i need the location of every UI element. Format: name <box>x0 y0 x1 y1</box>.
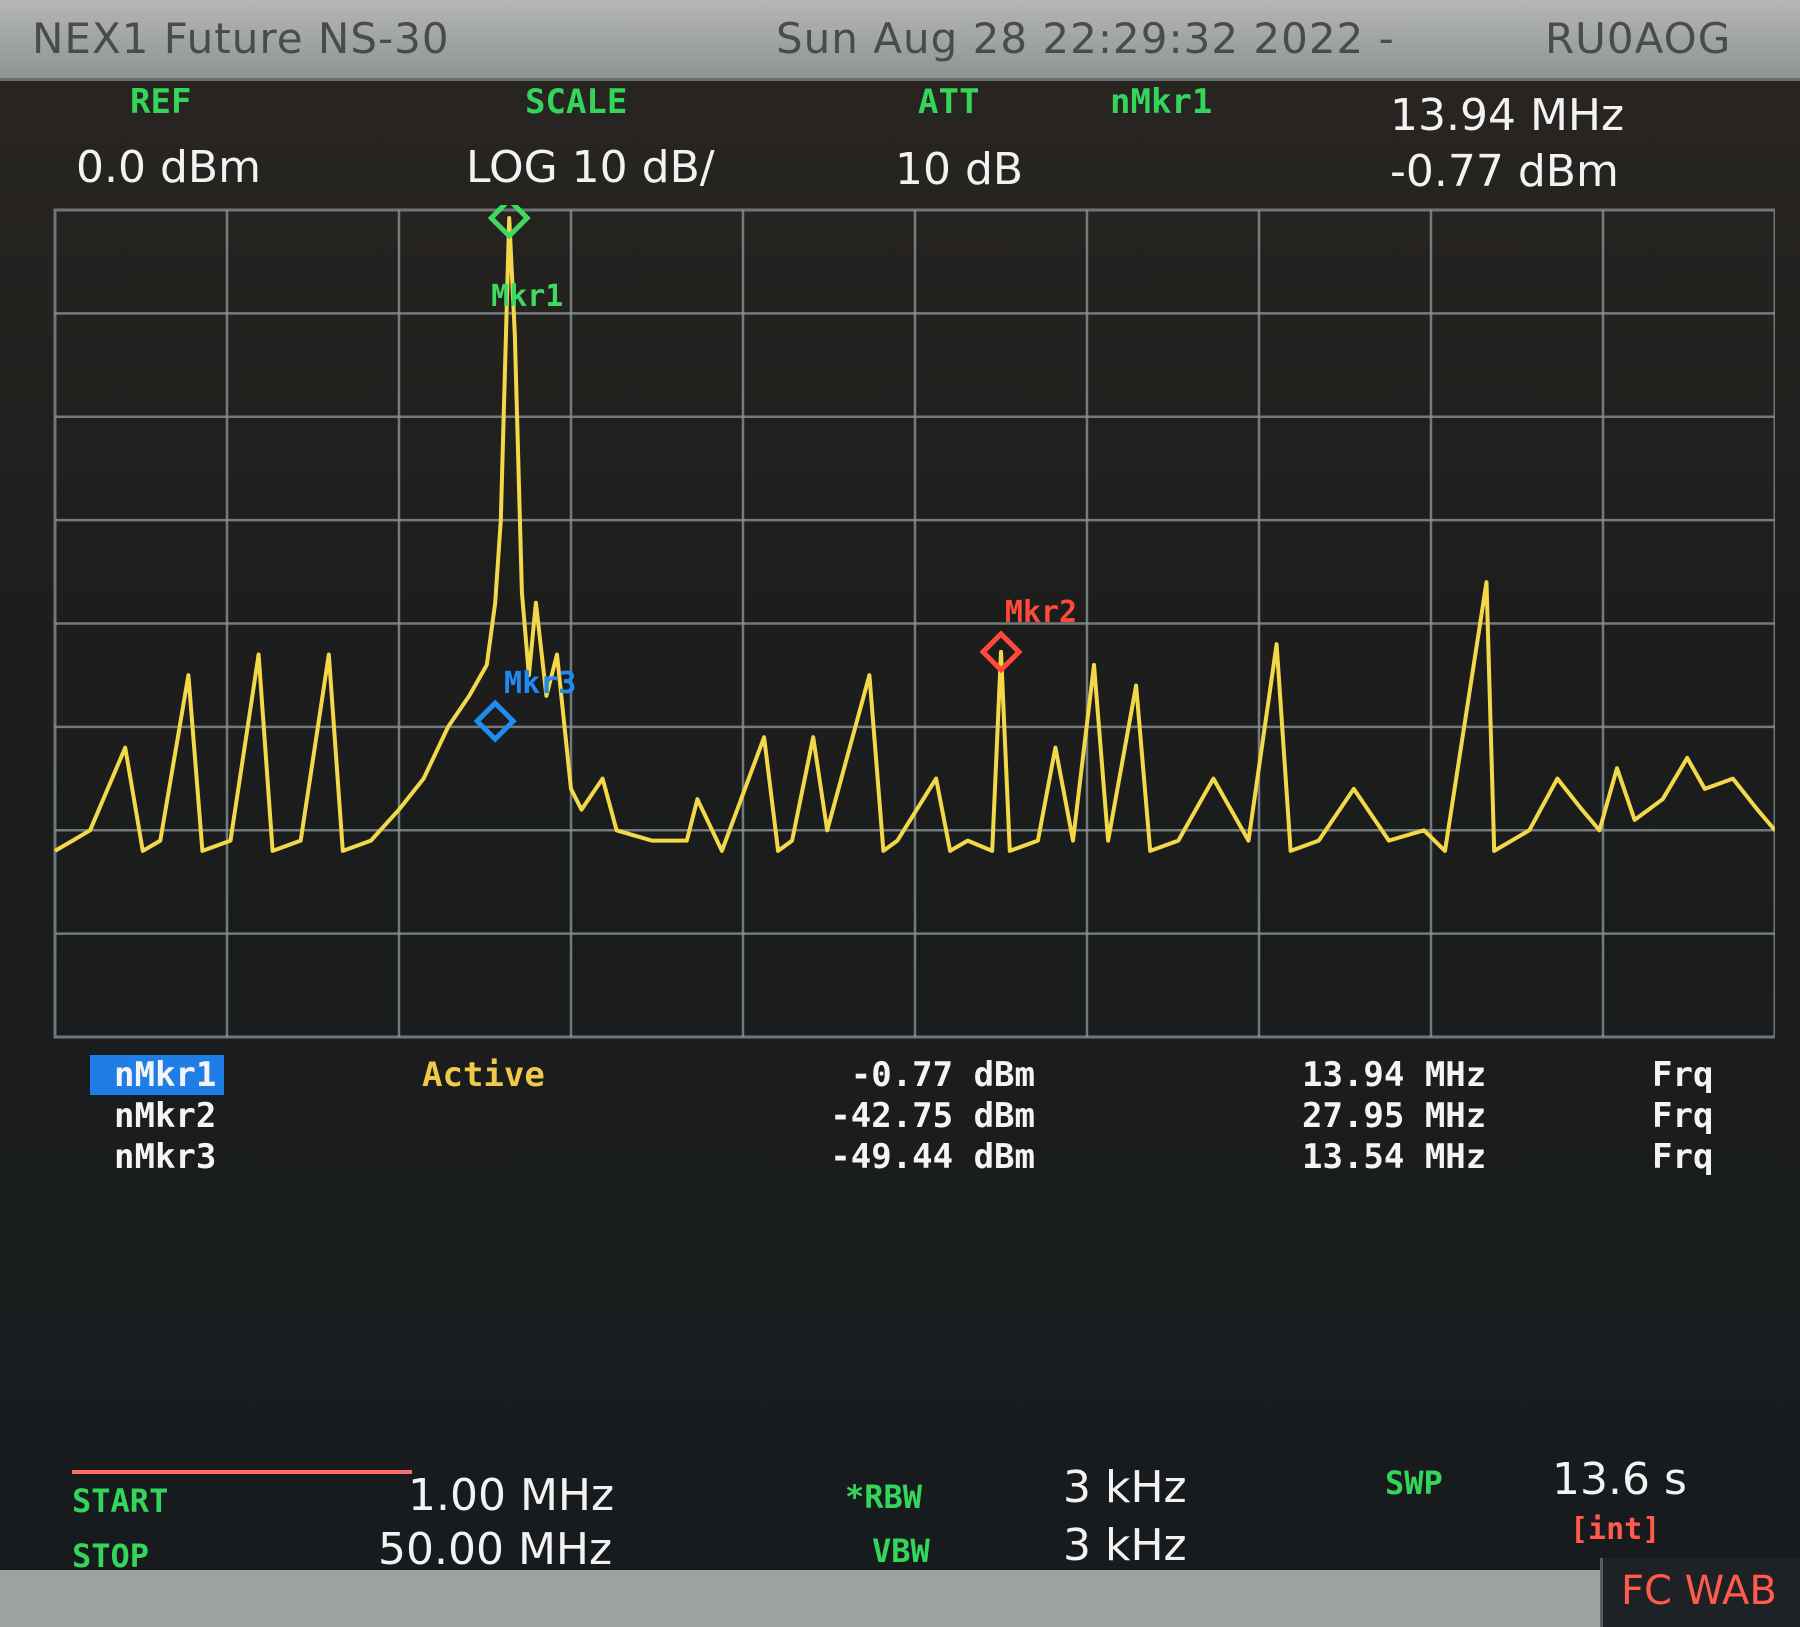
marker-row-name[interactable]: nMkr2 <box>90 1096 224 1136</box>
datetime: Sun Aug 28 22:29:32 2022 - <box>776 14 1395 63</box>
marker-row-mode: Frq <box>1652 1055 1714 1095</box>
status-tag-box: FC WAB <box>1600 1558 1800 1627</box>
graticule <box>53 208 1775 1039</box>
mkr1-label: Mkr1 <box>491 279 563 314</box>
swp-label: SWP <box>1385 1464 1443 1502</box>
mkr3-diamond <box>473 699 517 743</box>
marker-row-mode: Frq <box>1652 1096 1714 1136</box>
marker-row-state: Active <box>422 1055 545 1095</box>
ref-value: 0.0 dBm <box>76 142 261 193</box>
spectrum-plot: Mkr1 Mkr2 Mkr3 <box>50 205 1775 1045</box>
analyzer-screen: NEX1 Future NS-30 Sun Aug 28 22:29:32 20… <box>0 0 1800 1627</box>
scale-label: SCALE <box>525 82 628 122</box>
marker-row-name[interactable]: nMkr1 <box>90 1055 225 1095</box>
marker-row-level: -49.44 dBm <box>830 1137 1035 1177</box>
start-label: START <box>72 1482 169 1520</box>
scale-value: LOG 10 dB/ <box>466 142 715 193</box>
marker-table: nMkr1 Active -0.77 dBm 13.94 MHz Frq nMkr2 -42… <box>70 1055 1770 1435</box>
start-value: 1.00 MHz <box>408 1470 615 1521</box>
start-indicator-line <box>72 1470 412 1474</box>
marker-row-level: -0.77 dBm <box>850 1055 1035 1095</box>
att-value: 10 dB <box>895 144 1024 195</box>
vbw-value: 3 kHz <box>1063 1520 1187 1571</box>
spectrum-graph: Mkr1 Mkr2 Mkr3 <box>53 205 1775 1039</box>
instrument-name: NEX1 Future NS-30 <box>32 14 450 63</box>
callsign: RU0AOG <box>1545 14 1732 63</box>
att-label: ATT <box>918 82 980 122</box>
active-marker-freq: 13.94 MHz <box>1390 90 1625 141</box>
marker-layer: Mkr1 Mkr2 Mkr3 <box>473 205 1077 743</box>
stop-value: 50.00 MHz <box>378 1524 613 1575</box>
marker-row-mode: Frq <box>1652 1137 1714 1177</box>
active-marker-level: -0.77 dBm <box>1390 146 1619 197</box>
rbw-label: *RBW <box>845 1478 923 1516</box>
marker-row-freq: 13.54 MHz <box>1302 1137 1487 1177</box>
marker-row-freq: 27.95 MHz <box>1302 1096 1487 1136</box>
mkr3-label: Mkr3 <box>504 666 576 701</box>
active-marker-label: nMkr1 <box>1110 82 1213 122</box>
rbw-value: 3 kHz <box>1063 1462 1187 1513</box>
status-tag: FC WAB <box>1621 1568 1777 1614</box>
swp-value: 13.6 s <box>1552 1454 1687 1505</box>
title-bar: NEX1 Future NS-30 Sun Aug 28 22:29:32 20… <box>0 0 1800 81</box>
swp-mode: [int] <box>1570 1512 1661 1547</box>
vbw-label: VBW <box>872 1532 930 1570</box>
ref-label: REF <box>130 82 192 122</box>
marker-row-level: -42.75 dBm <box>830 1096 1035 1136</box>
status-bar: FC WAB <box>0 1558 1800 1627</box>
marker-row-name[interactable]: nMkr3 <box>90 1137 224 1177</box>
mkr2-label: Mkr2 <box>1005 595 1077 630</box>
marker-row-freq: 13.94 MHz <box>1302 1055 1487 1095</box>
